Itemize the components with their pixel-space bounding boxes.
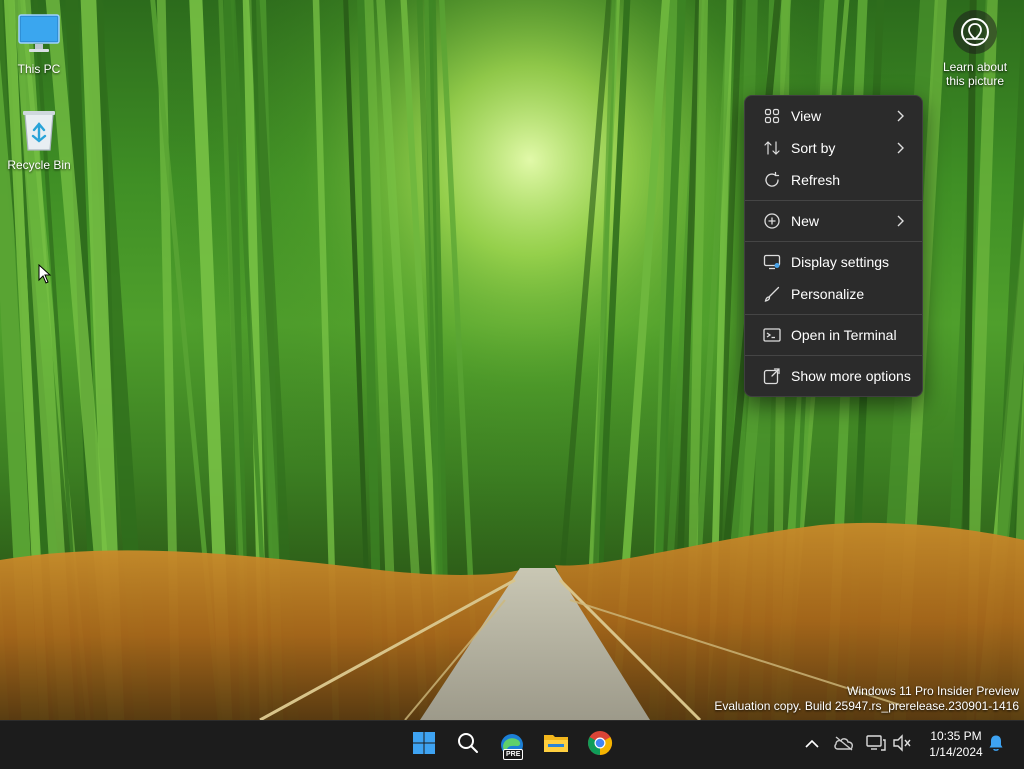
learn-about-line1: Learn about [942, 60, 1008, 74]
folder-icon [543, 732, 569, 759]
show-hidden-icons-button[interactable] [800, 733, 824, 757]
brush-icon [763, 285, 781, 303]
menu-separator [745, 241, 922, 242]
grid-icon [763, 107, 781, 125]
menu-item-label: Personalize [791, 286, 865, 302]
refresh-icon [763, 171, 781, 189]
cloud-off-icon [833, 735, 855, 756]
notifications-button[interactable] [984, 733, 1008, 757]
edge-icon: PRE [499, 732, 525, 760]
chevron-up-icon [805, 736, 819, 754]
menu-item-label: Refresh [791, 172, 841, 188]
chevron-right-icon [892, 108, 908, 124]
terminal-icon [763, 326, 781, 344]
display-icon [763, 253, 781, 271]
desktop-icon-label: Recycle Bin [7, 158, 71, 172]
menu-item-open-in-terminal[interactable]: Open in Terminal [749, 319, 918, 351]
sort-icon [763, 139, 781, 157]
desktop-icon-this-pc[interactable]: This PC [1, 10, 77, 76]
share-icon [763, 367, 781, 385]
windows-logo-icon [412, 731, 436, 760]
desktop-context-menu: View Sort by Refresh New Display setting… [744, 95, 923, 397]
learn-about-line2: this picture [945, 74, 1005, 88]
learn-about-this-picture[interactable]: Learn about this picture [934, 10, 1016, 88]
plus-circle-icon [763, 212, 781, 230]
taskbar-chrome-button[interactable] [580, 725, 620, 765]
taskbar-start-button[interactable] [404, 725, 444, 765]
monitor-icon [15, 10, 63, 58]
menu-item-show-more-options[interactable]: Show more options [749, 360, 918, 392]
menu-item-label: Display settings [791, 254, 890, 270]
menu-item-label: Sort by [791, 140, 836, 156]
chevron-right-icon [892, 213, 908, 229]
menu-item-label: View [791, 108, 822, 124]
menu-item-label: New [791, 213, 820, 229]
menu-separator [745, 200, 922, 201]
taskbar-file-explorer-button[interactable] [536, 725, 576, 765]
mouse-cursor-icon [38, 264, 52, 284]
taskbar-search-button[interactable] [448, 725, 488, 765]
desktop-icon-recycle-bin[interactable]: Recycle Bin [1, 106, 77, 172]
volume-muted-icon [892, 733, 912, 757]
menu-separator [745, 355, 922, 356]
recycle-bin-icon [15, 106, 63, 154]
desktop[interactable]: This PC Recycle Bin Learn about this pic… [0, 0, 1024, 720]
menu-item-refresh[interactable]: Refresh [749, 164, 918, 196]
taskbar-edge-button[interactable]: PRE [492, 725, 532, 765]
edge-pre-badge: PRE [503, 749, 524, 760]
search-icon [456, 731, 480, 760]
onedrive-button[interactable] [832, 733, 856, 757]
menu-item-label: Open in Terminal [791, 327, 897, 343]
chevron-right-icon [892, 140, 908, 156]
bell-icon [987, 734, 1005, 757]
chrome-icon [587, 730, 613, 761]
menu-item-personalize[interactable]: Personalize [749, 278, 918, 310]
menu-item-new[interactable]: New [749, 205, 918, 237]
desktop-icon-label: This PC [17, 62, 61, 76]
evaluation-watermark: Windows 11 Pro Insider Preview Evaluatio… [714, 684, 1019, 714]
watermark-line2: Evaluation copy. Build 25947.rs_prerelea… [714, 699, 1019, 713]
location-info-icon [953, 10, 997, 54]
menu-item-display-settings[interactable]: Display settings [749, 246, 918, 278]
network-button[interactable] [864, 733, 888, 757]
network-icon [865, 734, 887, 757]
taskbar: PRE 10:35 PM 1/14/2024 [0, 720, 1024, 769]
menu-item-label: Show more options [791, 368, 911, 384]
volume-button[interactable] [890, 733, 914, 757]
menu-separator [745, 314, 922, 315]
menu-item-view[interactable]: View [749, 100, 918, 132]
menu-item-sort-by[interactable]: Sort by [749, 132, 918, 164]
watermark-line1: Windows 11 Pro Insider Preview [847, 684, 1019, 698]
